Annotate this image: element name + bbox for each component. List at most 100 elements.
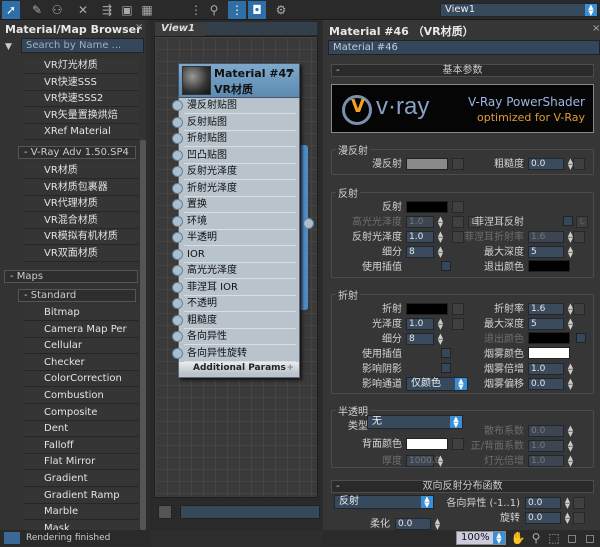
list-item[interactable]: Camera Map Per Pixel [24,321,138,351]
input-socket[interactable] [172,149,183,161]
list-item[interactable]: Dent [24,421,138,438]
list-item[interactable]: Flat Mirror [24,454,138,471]
pattern-icon[interactable]: ▦ [138,1,156,19]
spinner-arrows-icon[interactable]: ▲ ▼ [567,363,574,376]
node-slot[interactable]: 漫反射贴图 [184,98,296,114]
spinner-field[interactable]: 0.0 [395,518,431,530]
list-item[interactable]: ColorCorrection [24,371,138,388]
input-socket[interactable] [172,199,183,210]
spinner-field[interactable]: 8 [406,333,434,345]
input-socket[interactable] [172,281,183,293]
node-slot[interactable]: 各向异性旋转 [184,346,296,362]
node-slot[interactable]: 粗糙度 [184,313,296,329]
assign-icon[interactable]: ⚇ [48,1,66,19]
rollout-brdf[interactable]: - 双向反射分布函数 [331,480,594,493]
spinner-field[interactable]: 0.0 [528,378,564,390]
input-socket[interactable] [172,133,183,144]
map-button[interactable] [573,303,585,315]
spinner-arrows-icon[interactable]: ▲ ▼ [564,497,571,510]
node-slot[interactable]: 置换 [184,197,296,213]
list-item[interactable]: Checker [24,354,138,371]
input-socket[interactable] [172,116,183,128]
spinner-field[interactable]: 0.0 [525,497,561,509]
node-slot[interactable]: IOR [184,247,296,263]
list-item[interactable]: XRef Material [24,124,138,141]
spinner-field[interactable]: 1.0 [406,318,434,330]
map-button[interactable] [573,158,585,170]
spinner-field[interactable]: 0.0 [525,512,561,524]
output-socket[interactable] [303,218,314,229]
bg-icon[interactable]: ⚙ [272,1,290,19]
list-item[interactable]: VR材质包裹器 [24,179,138,196]
layout-children-icon[interactable]: ⚲ [205,1,223,19]
spinner-field[interactable]: 1.0 [528,363,564,375]
input-socket[interactable] [172,215,183,227]
spinner-arrows-icon[interactable]: ▲ ▼ [567,318,574,331]
input-socket[interactable] [172,331,183,342]
zoom-extents-icon[interactable]: ◻ [563,529,581,547]
list-item[interactable]: VR矢量置换烘焙 [24,107,138,124]
select-icon[interactable]: ➚ [2,1,20,19]
spinner-field[interactable]: 5 [528,318,564,330]
input-socket[interactable] [172,298,183,309]
reflect-color[interactable] [406,201,448,213]
list-item[interactable]: VR灯光材质 [24,58,138,74]
list-item[interactable]: Gradient [24,471,138,487]
spinner-arrows-icon[interactable]: ▲ ▼ [567,378,574,391]
spinner-field[interactable]: 0.0 [528,158,564,170]
close-icon[interactable]: × [592,23,600,34]
node-slot[interactable]: 凹凸贴图 [184,148,296,164]
render-eye-icon[interactable] [4,532,20,544]
group-vray-adv[interactable]: - V-Ray Adv 1.50.SP4 [18,146,136,159]
rollout-basic-params[interactable]: - 基本参数 [331,64,594,77]
list-item[interactable]: Composite [24,404,138,421]
list-item[interactable]: Bitmap [24,305,138,321]
layout-icon[interactable]: ⋮ [187,1,205,19]
list-item[interactable]: VR双面材质 [24,246,138,262]
node-name-input[interactable] [180,505,320,519]
show-map-icon[interactable]: ⋮ [228,1,246,19]
spinner-arrows-icon[interactable]: ▲ ▼ [434,518,441,531]
exit-color[interactable] [528,260,570,272]
map-button[interactable] [452,201,464,213]
exit-color[interactable] [528,332,570,344]
group-standard[interactable]: - Standard [18,289,136,302]
node-slot[interactable]: 各向异性 [184,329,296,345]
spinner-arrows-icon[interactable]: ▲ ▼ [564,512,571,525]
zoom-select[interactable]: 100% ▲ ▼ [456,531,506,545]
list-item[interactable]: VR混合材质 [24,212,138,229]
list-item[interactable]: VR快速SSS2 [24,91,138,108]
additional-params-button[interactable]: Additional Params + [179,362,299,374]
map-button[interactable] [573,512,585,524]
search-input[interactable]: Search by Name ... [21,38,144,53]
pan-icon[interactable]: ✋ [509,529,527,547]
input-socket[interactable] [172,347,183,359]
list-item[interactable]: VR模拟有机材质 [24,229,138,246]
fog-color[interactable] [528,347,570,359]
material-name-input[interactable]: Material #46 [328,40,600,55]
map-button[interactable] [573,231,585,243]
checkbox[interactable] [576,333,586,343]
list-item[interactable]: VR代理材质 [24,196,138,213]
node-header[interactable]: Material #47 VR材质 − [178,63,300,98]
close-icon[interactable]: × [135,22,143,33]
node-slot[interactable]: 折射贴图 [184,131,296,147]
browser-scrollbar[interactable] [140,140,146,530]
input-socket[interactable] [172,248,183,260]
brdf-type-select[interactable]: 反射 ▲ ▼ [334,495,434,509]
node-slot[interactable]: 菲涅耳 IOR [184,280,296,296]
zoom-extents-selected-icon[interactable]: ◻ [581,529,599,547]
input-socket[interactable] [172,265,183,276]
input-socket[interactable] [172,166,183,177]
list-item[interactable]: Marble [24,504,138,521]
node-slot[interactable]: 不透明 [184,296,296,312]
options-dropdown-icon[interactable]: ▼ [5,42,12,52]
map-button[interactable] [573,497,585,509]
checkbox[interactable] [563,216,573,226]
spinner-field[interactable]: 1.6 [528,303,564,315]
list-item[interactable]: Cellular [24,338,138,355]
tab-view1[interactable]: View1 [155,22,205,36]
spinner-arrows-icon[interactable]: ▲ ▼ [567,246,574,259]
input-socket[interactable] [172,232,183,243]
eyedropper-icon[interactable]: ✎ [28,1,46,19]
